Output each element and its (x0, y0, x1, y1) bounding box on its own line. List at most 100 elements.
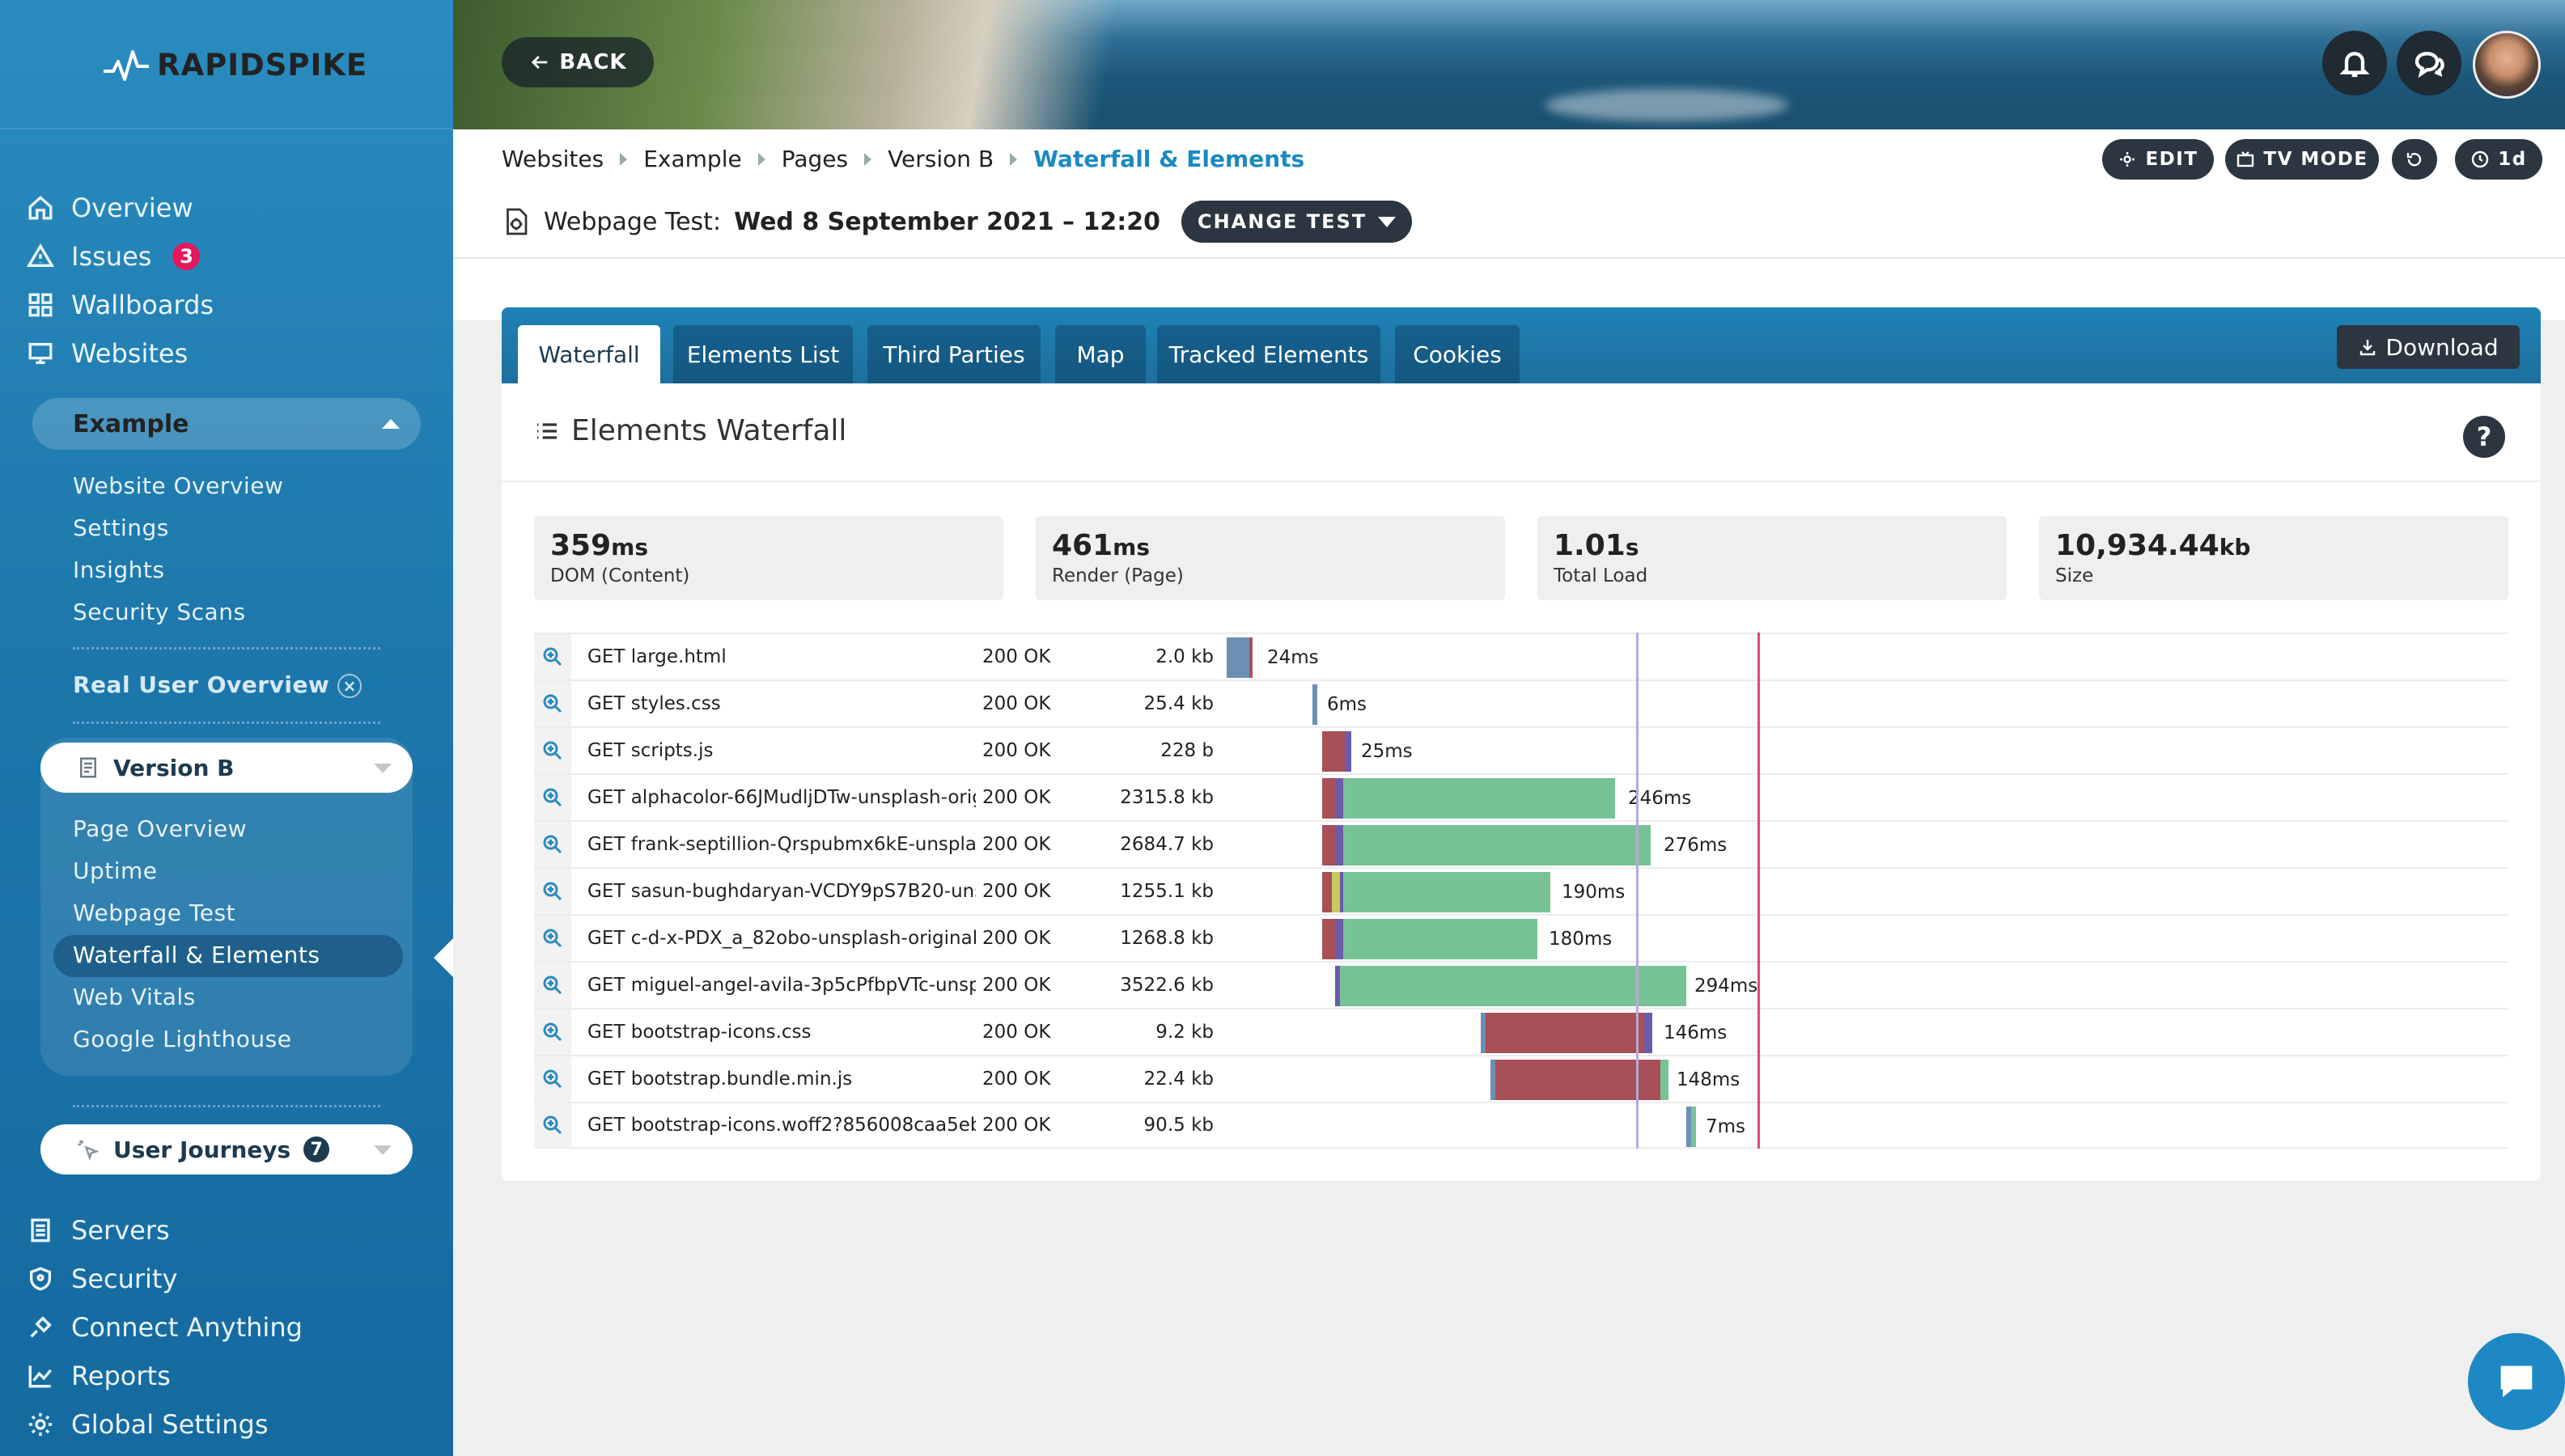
tab-map[interactable]: Map (1055, 325, 1146, 383)
nav-connect-anything[interactable]: Connect Anything (26, 1312, 303, 1343)
time-range-button[interactable]: 1d (2455, 139, 2542, 180)
breadcrumb-websites[interactable]: Websites (502, 146, 604, 172)
refresh-button[interactable] (2392, 139, 2437, 180)
sidebar-item-settings[interactable]: Settings (73, 514, 169, 541)
tab-elements-list[interactable]: Elements List (673, 325, 853, 383)
live-chat-button[interactable] (2468, 1333, 2565, 1430)
sidebar-item-waterfall-elements[interactable]: Waterfall & Elements (73, 942, 320, 968)
waterfall-row[interactable]: GET styles.css 200 OK 25.4 kb 6ms (534, 679, 2508, 726)
waterfall-row[interactable]: GET c-d-x-PDX_a_82obo-unsplash-original.… (534, 914, 2508, 961)
chevron-up-icon (382, 419, 400, 429)
header-divider (453, 257, 2565, 259)
waterfall-row[interactable]: GET scripts.js 200 OK 228 b 25ms (534, 726, 2508, 773)
timing-bar (1490, 1060, 1668, 1100)
sidebar-item-real-user-overview[interactable]: Real User Overview × (73, 671, 362, 698)
back-button[interactable]: BACK (502, 37, 654, 87)
inspect-icon[interactable] (534, 775, 571, 820)
inspect-icon[interactable] (534, 822, 571, 867)
waterfall-row[interactable]: GET sasun-bughdaryan-VCDY9pS7B20-uns 200 … (534, 867, 2508, 914)
user-journeys-selector[interactable]: User Journeys 7 (40, 1124, 413, 1175)
messages-button[interactable] (2397, 31, 2461, 95)
waterfall-row[interactable]: GET large.html 200 OK 2.0 kb 24ms (534, 633, 2508, 679)
request-status: 200 OK (982, 693, 1051, 714)
warning-icon (26, 242, 55, 271)
waterfall-row[interactable]: GET miguel-angel-avila-3p5cPfbpVTc-unspl… (534, 961, 2508, 1008)
tab-third-parties[interactable]: Third Parties (867, 325, 1041, 383)
sidebar-item-webpage-test[interactable]: Webpage Test (73, 899, 235, 926)
nav-global-settings[interactable]: Global Settings (26, 1409, 269, 1440)
inspect-icon[interactable] (534, 963, 571, 1008)
request-time: 294ms (1694, 976, 1758, 997)
version-selector[interactable]: Version B (40, 743, 413, 793)
nav-wallboards[interactable]: Wallboards (26, 290, 214, 320)
nav-security[interactable]: Security (26, 1263, 177, 1294)
nav-reports[interactable]: Reports (26, 1361, 171, 1391)
sidebar-item-website-overview[interactable]: Website Overview (73, 472, 283, 499)
request-status: 200 OK (982, 1069, 1051, 1090)
notifications-button[interactable] (2322, 31, 2387, 95)
request-name: GET miguel-angel-avila-3p5cPfbpVTc-unspl (587, 975, 976, 996)
tab-tracked-elements[interactable]: Tracked Elements (1157, 325, 1380, 383)
breadcrumb-example[interactable]: Example (643, 146, 741, 172)
request-time: 180ms (1549, 929, 1613, 950)
stat-value: 10,934.44kb (2055, 529, 2492, 562)
waterfall-row[interactable]: GET bootstrap-icons.css 200 OK 9.2 kb 146ms (534, 1008, 2508, 1055)
tv-mode-button[interactable]: TV MODE (2225, 139, 2379, 180)
inspect-icon[interactable] (534, 916, 571, 961)
stat-label: Render (Page) (1052, 565, 1184, 586)
breadcrumb-version-b[interactable]: Version B (888, 146, 994, 172)
timing-segment (1227, 637, 1249, 678)
inspect-icon[interactable] (534, 1103, 571, 1148)
request-time: 24ms (1267, 647, 1319, 668)
header-banner-image (453, 0, 2565, 129)
request-size: 2.0 kb (1155, 646, 1214, 667)
sidebar-item-page-overview[interactable]: Page Overview (73, 815, 247, 842)
section-title: Elements Waterfall (534, 414, 846, 447)
request-size: 90.5 kb (1143, 1115, 1214, 1136)
sidebar-item-web-vitals[interactable]: Web Vitals (73, 984, 196, 1010)
sidebar-item-uptime[interactable]: Uptime (73, 857, 158, 884)
inspect-icon[interactable] (534, 1009, 571, 1055)
inspect-icon[interactable] (534, 681, 571, 726)
waterfall-row[interactable]: GET alphacolor-66JMudljDTw-unsplash-orig… (534, 773, 2508, 820)
waterfall-row[interactable]: GET frank-septillion-Qrspubmx6kE-unsplas… (534, 820, 2508, 867)
request-time: 25ms (1361, 741, 1413, 762)
nav-servers[interactable]: Servers (26, 1215, 170, 1246)
sidebar-item-google-lighthouse[interactable]: Google Lighthouse (73, 1026, 291, 1052)
request-name: GET bootstrap-icons.woff2?856008caa5eb6 (587, 1115, 976, 1136)
clock-icon (2472, 150, 2489, 168)
tv-icon (2237, 151, 2254, 167)
download-button[interactable]: Download (2337, 325, 2520, 369)
timing-bar (1322, 872, 1550, 912)
request-size: 228 b (1160, 740, 1214, 761)
tab-cookies[interactable]: Cookies (1395, 325, 1520, 383)
user-avatar[interactable] (2473, 31, 2541, 99)
timing-segment (1249, 637, 1253, 678)
help-button[interactable]: ? (2463, 416, 2505, 458)
stat-label: Size (2055, 565, 2094, 586)
tab-waterfall[interactable]: Waterfall (518, 325, 660, 383)
nav-issues[interactable]: Issues 3 (26, 241, 201, 272)
brand-logo[interactable]: RAPIDSPIKE (102, 42, 367, 87)
change-test-button[interactable]: CHANGE TEST (1181, 201, 1413, 243)
chat-icon (2500, 1365, 2533, 1398)
inspect-icon[interactable] (534, 728, 571, 773)
inspect-icon[interactable] (534, 1056, 571, 1102)
breadcrumb-pages[interactable]: Pages (782, 146, 848, 172)
timing-segment (1644, 1013, 1652, 1053)
edit-button-label: EDIT (2145, 149, 2198, 170)
breadcrumb-current: Waterfall & Elements (1033, 146, 1305, 172)
chevron-down-icon (374, 764, 392, 773)
waterfall-row[interactable]: GET bootstrap-icons.woff2?856008caa5eb6 2… (534, 1102, 2508, 1149)
sidebar-item-security-scans[interactable]: Security Scans (73, 599, 246, 625)
inspect-icon[interactable] (534, 634, 571, 679)
nav-overview[interactable]: Overview (26, 193, 193, 223)
edit-button[interactable]: EDIT (2102, 139, 2214, 180)
sidebar-item-insights[interactable]: Insights (73, 557, 164, 583)
inspect-icon[interactable] (534, 869, 571, 914)
close-icon[interactable]: × (337, 674, 362, 698)
waterfall-row[interactable]: GET bootstrap.bundle.min.js 200 OK 22.4 kb… (534, 1055, 2508, 1102)
stat-number: 359 (550, 529, 612, 562)
site-selector-example[interactable]: Example (32, 398, 421, 450)
nav-websites[interactable]: Websites (26, 338, 188, 369)
